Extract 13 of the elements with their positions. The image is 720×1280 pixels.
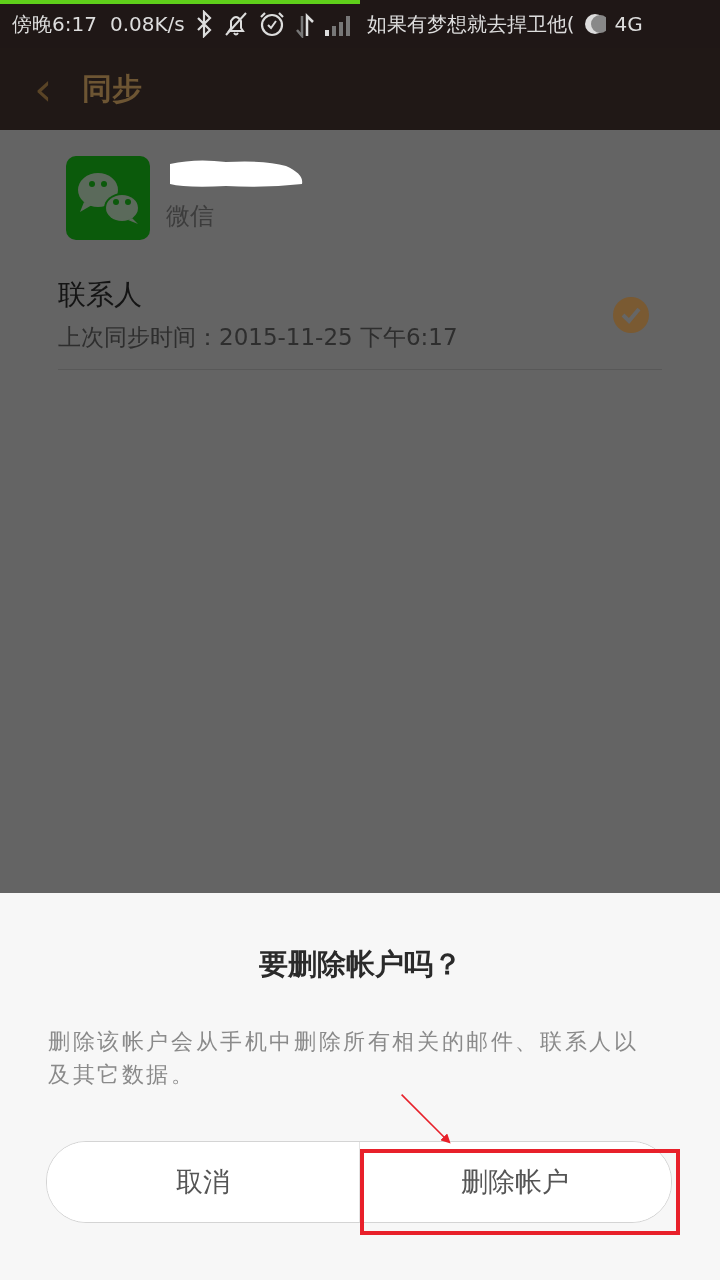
- dialog-message: 删除该帐户会从手机中删除所有相关的邮件、联系人以及其它数据。: [48, 1028, 640, 1089]
- network-speed: 0.08K/s: [109, 12, 185, 36]
- bell-off-icon: [222, 10, 249, 38]
- chat-bubbles-icon: [66, 156, 150, 240]
- page-title: 同步: [82, 69, 143, 108]
- clock: 傍晚6:17: [12, 10, 97, 38]
- network-type: 4G: [614, 12, 643, 36]
- sync-label: 联系人: [58, 277, 143, 313]
- cancel-button[interactable]: 取消: [47, 1142, 360, 1222]
- dialog-title: 要删除帐户吗？: [257, 946, 463, 983]
- moon-icon: [583, 13, 606, 35]
- checkbox[interactable]: [612, 295, 650, 334]
- carrier-name: 如果有梦想就去捍卫他(: [366, 10, 575, 38]
